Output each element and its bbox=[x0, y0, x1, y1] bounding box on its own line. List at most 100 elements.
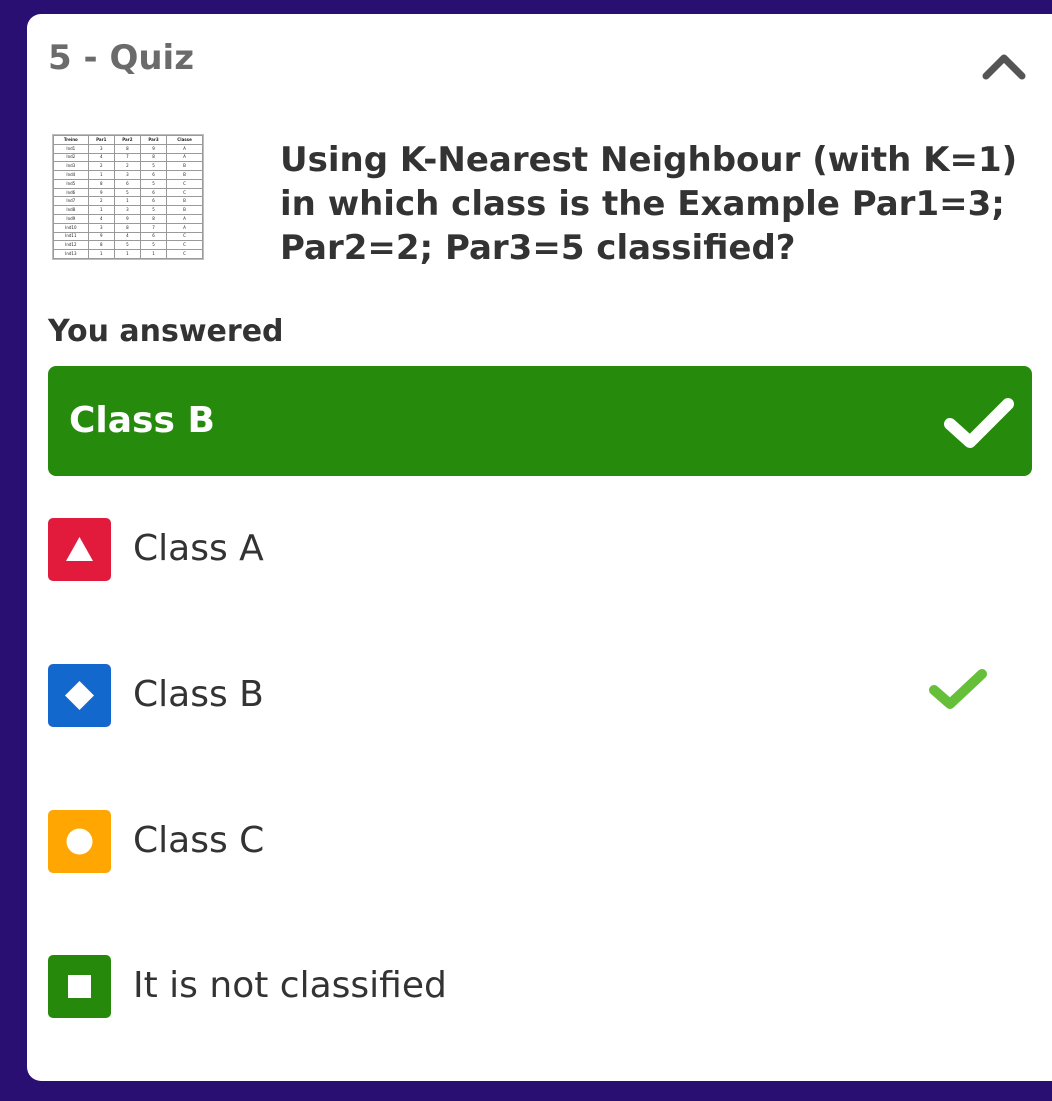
table-cell: 2 bbox=[87, 161, 115, 172]
table-cell: Ind6 bbox=[53, 187, 89, 198]
option-class-c[interactable]: Class C bbox=[48, 810, 1032, 874]
table-cell: C bbox=[166, 249, 203, 259]
table-cell: C bbox=[166, 231, 203, 242]
selected-answer-label: Class B bbox=[69, 400, 215, 441]
table-cell: 3 bbox=[113, 205, 141, 216]
table-row: Ind12 8 5 5 C bbox=[53, 240, 203, 251]
table-header-cell: Par3 bbox=[139, 135, 168, 145]
table-cell: C bbox=[166, 187, 203, 198]
table-row: Ind8 1 3 5 B bbox=[53, 205, 203, 216]
table-cell: 3 bbox=[87, 143, 115, 154]
table-cell: A bbox=[166, 222, 203, 233]
table-row: Ind7 2 1 6 B bbox=[53, 196, 203, 207]
quiz-background: 5 - Quiz Treino Par1 Par2 Par3 Classe Ind1 3 8 9… bbox=[0, 0, 1052, 1101]
table-header-cell: Classe bbox=[166, 135, 203, 145]
diamond-icon bbox=[48, 664, 111, 727]
table-cell: B bbox=[166, 161, 203, 172]
option-label: Class B bbox=[133, 674, 264, 715]
question-image: Treino Par1 Par2 Par3 Classe Ind1 3 8 9 A Ind2 4 7 8 A… bbox=[52, 134, 204, 260]
table-cell: 1 bbox=[87, 170, 115, 180]
table-cell: 2 bbox=[113, 161, 141, 172]
table-row: Ind11 9 4 6 C bbox=[53, 231, 203, 242]
table-cell: 8 bbox=[113, 222, 141, 233]
table-header-row: Treino Par1 Par2 Par3 Classe bbox=[53, 135, 203, 145]
table-cell: 8 bbox=[139, 214, 168, 224]
table-cell: A bbox=[166, 152, 203, 163]
answered-label: You answered bbox=[48, 314, 284, 349]
option-label: Class A bbox=[133, 528, 264, 569]
option-class-b[interactable]: Class B bbox=[48, 664, 1032, 728]
correct-checkmark-icon bbox=[926, 666, 990, 712]
table-cell: C bbox=[166, 178, 203, 189]
table-cell: 3 bbox=[113, 170, 141, 180]
table-cell: Ind13 bbox=[53, 249, 89, 259]
checkmark-icon bbox=[942, 394, 1016, 452]
table-cell: Ind5 bbox=[53, 178, 89, 189]
table-cell: 4 bbox=[87, 152, 115, 163]
square-icon bbox=[48, 955, 111, 1018]
table-cell: 5 bbox=[139, 178, 168, 189]
chevron-up-icon[interactable] bbox=[982, 52, 1026, 80]
option-label: Class C bbox=[133, 820, 265, 861]
table-cell: B bbox=[166, 196, 203, 207]
table-cell: 9 bbox=[113, 214, 141, 224]
table-row: Ind1 3 8 9 A bbox=[53, 143, 203, 154]
table-cell: 5 bbox=[113, 187, 141, 198]
table-cell: 8 bbox=[139, 152, 168, 163]
table-cell: 6 bbox=[139, 196, 168, 207]
table-row: Ind2 4 7 8 A bbox=[53, 152, 203, 163]
table-header-cell: Par2 bbox=[113, 135, 141, 145]
table-cell: Ind10 bbox=[53, 222, 89, 233]
table-cell: Ind3 bbox=[53, 161, 89, 172]
table-cell: 8 bbox=[113, 143, 141, 154]
table-cell: Ind7 bbox=[53, 196, 89, 207]
option-not-classified[interactable]: It is not classified bbox=[48, 955, 1032, 1019]
table-cell: Ind12 bbox=[53, 240, 89, 251]
table-cell: 5 bbox=[139, 240, 168, 251]
table-row: Ind13 1 1 1 C bbox=[53, 249, 203, 259]
table-cell: 9 bbox=[87, 187, 115, 198]
circle-icon bbox=[48, 810, 111, 873]
table-row: Ind5 8 6 5 C bbox=[53, 178, 203, 189]
table-cell: 6 bbox=[139, 170, 168, 180]
table-cell: 1 bbox=[113, 249, 141, 259]
table-cell: Ind2 bbox=[53, 152, 89, 163]
table-cell: Ind11 bbox=[53, 231, 89, 242]
table-cell: 9 bbox=[87, 231, 115, 242]
option-class-a[interactable]: Class A bbox=[48, 518, 1032, 582]
table-cell: Ind9 bbox=[53, 214, 89, 224]
table-cell: 1 bbox=[87, 249, 115, 259]
table-row: Ind10 3 8 7 A bbox=[53, 222, 203, 233]
table-header-cell: Treino bbox=[53, 135, 89, 145]
table-cell: 5 bbox=[139, 161, 168, 172]
table-cell: 7 bbox=[139, 222, 168, 233]
table-cell: A bbox=[166, 214, 203, 224]
data-table: Treino Par1 Par2 Par3 Classe Ind1 3 8 9 A Ind2 4 7 8 A… bbox=[53, 135, 203, 259]
table-row: Ind9 4 9 8 A bbox=[53, 214, 203, 224]
table-row: Ind6 9 5 6 C bbox=[53, 187, 203, 198]
table-cell: 5 bbox=[113, 240, 141, 251]
table-cell: 7 bbox=[113, 152, 141, 163]
table-cell: 3 bbox=[87, 222, 115, 233]
table-cell: 4 bbox=[87, 214, 115, 224]
table-cell: Ind8 bbox=[53, 205, 89, 216]
table-cell: 1 bbox=[87, 205, 115, 216]
table-row: Ind4 1 3 6 B bbox=[53, 170, 203, 180]
table-cell: B bbox=[166, 170, 203, 180]
table-cell: 9 bbox=[139, 143, 168, 154]
table-cell: 1 bbox=[139, 249, 168, 259]
table-cell: C bbox=[166, 240, 203, 251]
table-cell: 8 bbox=[87, 178, 115, 189]
table-cell: 1 bbox=[113, 196, 141, 207]
table-cell: 2 bbox=[87, 196, 115, 207]
table-cell: Ind4 bbox=[53, 170, 89, 180]
table-cell: 5 bbox=[139, 205, 168, 216]
table-cell: B bbox=[166, 205, 203, 216]
table-cell: Ind1 bbox=[53, 143, 89, 154]
table-cell: 6 bbox=[139, 187, 168, 198]
table-header-cell: Par1 bbox=[87, 135, 115, 145]
selected-answer: Class B bbox=[48, 366, 1032, 476]
table-cell: 6 bbox=[113, 178, 141, 189]
table-row: Ind3 2 2 5 B bbox=[53, 161, 203, 172]
option-label: It is not classified bbox=[133, 965, 447, 1006]
